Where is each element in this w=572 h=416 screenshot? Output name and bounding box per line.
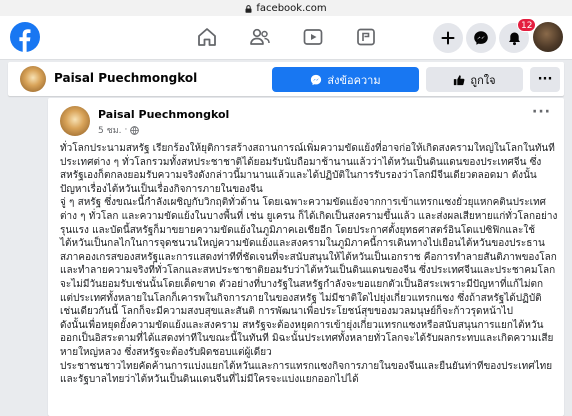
browser-url-bar[interactable]: facebook.com (0, 0, 572, 16)
globe-icon (130, 125, 140, 135)
post-meta: 5 ชม. · (98, 123, 140, 137)
like-label: ถูกใจ (470, 73, 496, 87)
messenger-button[interactable] (466, 23, 496, 53)
post-paragraph: ดังนั้นเพื่อหยุดยั้งความขัดแย้งและสงคราม… (60, 319, 554, 358)
watch-icon[interactable] (302, 27, 324, 47)
page-avatar[interactable] (20, 66, 46, 92)
page-header: Paisal Puechmongkol ส่งข้อความ ถูกใจ ··· (8, 62, 564, 96)
post-more-button[interactable]: ··· (532, 104, 551, 120)
bell-icon (508, 32, 520, 45)
post-timestamp[interactable]: 5 ชม. (98, 123, 122, 137)
post-author-avatar[interactable] (60, 106, 90, 136)
post-card: Paisal Puechmongkol 5 ชม. · ··· ทั่วโลกป… (48, 98, 564, 416)
plus-icon (441, 31, 455, 45)
thumbs-up-icon (454, 74, 465, 85)
post-paragraph: จู่ ๆ สหรัฐ ซึ่งขณะนี้กำลังเผชิญกับวิกฤต… (60, 197, 558, 318)
post-paragraph: ประชาชนชาวไทยคัดค้านการแบ่งแยกไต้หวันและ… (60, 360, 553, 386)
page-name[interactable]: Paisal Puechmongkol (54, 71, 197, 85)
create-button[interactable] (433, 23, 463, 53)
post-author-name[interactable]: Paisal Puechmongkol (98, 108, 229, 121)
home-icon[interactable] (196, 27, 218, 47)
post-paragraph: ประเทศต่าง ๆ ทั่วโลกรวมทั้งสหประชาชาติได… (60, 156, 542, 195)
friends-icon[interactable] (249, 27, 271, 47)
lock-icon (245, 5, 252, 13)
messenger-icon (311, 74, 322, 85)
pages-icon[interactable] (355, 27, 377, 47)
page-more-button[interactable]: ··· (530, 67, 560, 92)
top-navigation: 12 (0, 16, 572, 60)
browser-url: facebook.com (256, 2, 327, 14)
send-message-button[interactable]: ส่งข้อความ (272, 67, 419, 92)
post-paragraph: ทั่วโลกประนามสหรัฐ เรียกร้องให้ยุติการสร… (60, 143, 555, 154)
messenger-icon (474, 31, 488, 45)
avatar[interactable] (533, 22, 563, 52)
meta-separator: · (124, 125, 128, 135)
post-body: ทั่วโลกประนามสหรัฐ เรียกร้องให้ยุติการสร… (60, 142, 558, 387)
facebook-logo-icon[interactable] (10, 22, 40, 52)
send-message-label: ส่งข้อความ (327, 73, 381, 87)
like-page-button[interactable]: ถูกใจ (426, 67, 523, 92)
